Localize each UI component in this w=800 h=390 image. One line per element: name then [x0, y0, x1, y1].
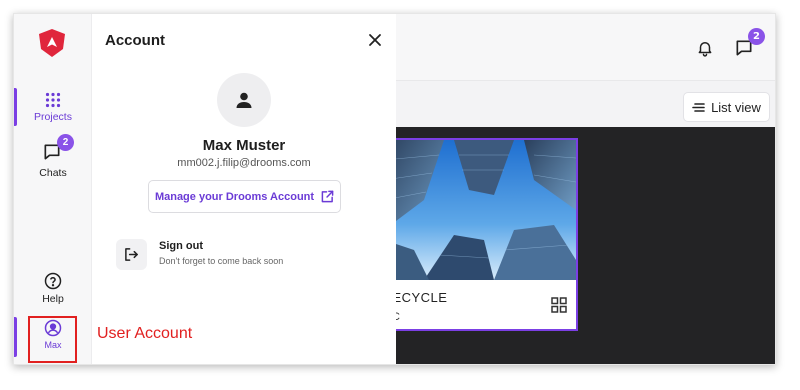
- user-email: mm002.j.filip@drooms.com: [177, 157, 311, 169]
- sidebar-item-label: Help: [42, 293, 64, 305]
- project-card[interactable]: FECYCLE UC: [384, 138, 578, 331]
- sidebar-item-account[interactable]: Max: [14, 319, 92, 350]
- help-circle-icon: [44, 272, 62, 290]
- project-thumbnail: [384, 140, 576, 280]
- annotation-label: User Account: [97, 325, 193, 342]
- drooms-logo: [39, 29, 65, 57]
- sign-out-subtitle: Don't forget to come back soon: [159, 256, 284, 266]
- panel-title: Account: [105, 32, 165, 49]
- grid-icon[interactable]: [551, 297, 567, 313]
- sidebar-item-projects[interactable]: Projects: [14, 92, 92, 123]
- chats-count-badge: 2: [57, 134, 74, 151]
- list-view-button[interactable]: List view: [683, 92, 770, 122]
- user-circle-icon: [44, 319, 62, 337]
- sidebar-item-label: Chats: [39, 167, 67, 179]
- user-name: Max Muster: [202, 137, 286, 154]
- list-view-label: List view: [711, 99, 761, 115]
- left-navigation: Projects 2 Chats Help Max: [14, 14, 92, 364]
- sign-out-icon[interactable]: [116, 239, 147, 270]
- close-icon[interactable]: [367, 32, 383, 48]
- app-window: 2 List view FECYCLE Projects 2 Chats Hel…: [13, 13, 776, 365]
- sidebar-item-label: Max: [44, 340, 62, 350]
- list-lines-icon: [692, 102, 705, 112]
- chat-notifications-button[interactable]: 2: [731, 28, 765, 61]
- manage-account-button[interactable]: Manage your Drooms Account: [148, 180, 341, 213]
- manage-account-label: Manage your Drooms Account: [154, 190, 315, 203]
- chat-count-badge: 2: [748, 28, 765, 45]
- sidebar-item-label: Projects: [34, 111, 72, 123]
- bell-icon[interactable]: [692, 35, 718, 61]
- sidebar-item-help[interactable]: Help: [14, 272, 92, 305]
- avatar: [217, 73, 271, 127]
- user-icon: [236, 92, 252, 108]
- sign-out-button[interactable]: Sign out: [159, 240, 203, 252]
- external-link-icon: [321, 190, 334, 203]
- account-panel: Account Max Muster mm002.j.filip@drooms.…: [92, 14, 396, 364]
- sidebar-item-chats[interactable]: 2 Chats: [14, 134, 92, 179]
- grid-dots-icon: [45, 92, 61, 108]
